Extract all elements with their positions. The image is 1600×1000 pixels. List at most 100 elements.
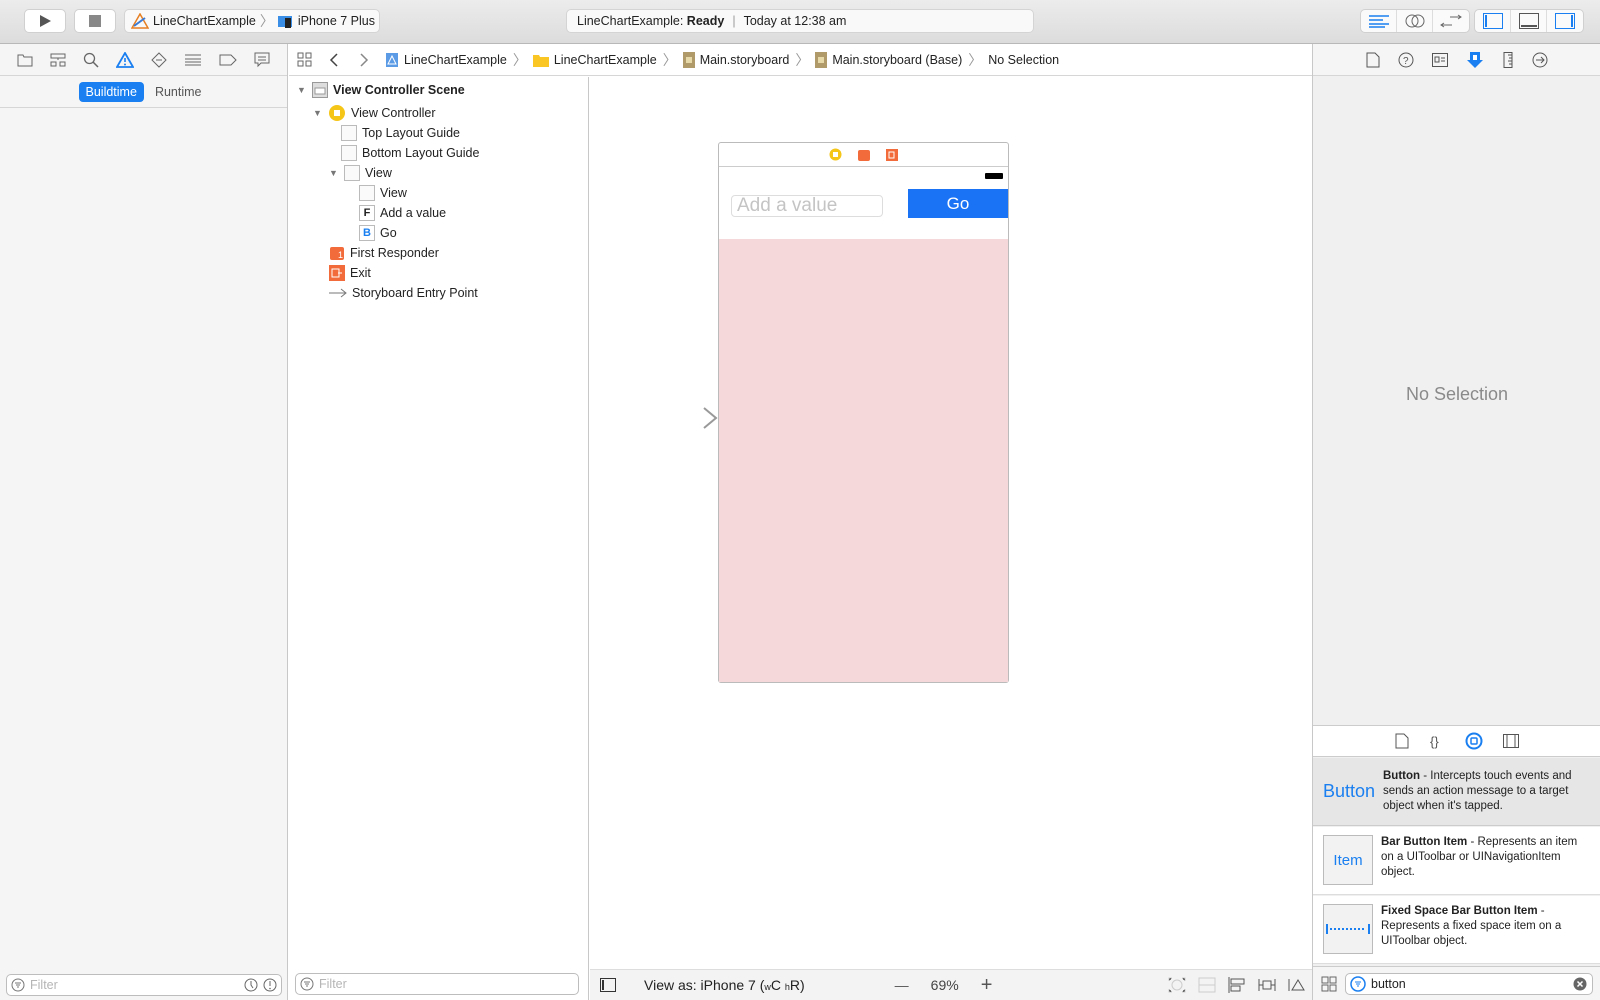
scheme-project: LineChartExample xyxy=(153,14,256,28)
library-filter-bar: button xyxy=(1313,966,1600,1000)
canvas-bottom-bar: View as: iPhone 7 (wC hR) — 69% + xyxy=(590,969,1312,1000)
disclosure-triangle-icon[interactable]: ▼ xyxy=(313,108,323,118)
debug-area-toggle[interactable] xyxy=(1511,10,1547,32)
scheme-selector[interactable]: LineChartExample 〉 iPhone 7 Plus xyxy=(124,9,380,33)
add-constraints-icon[interactable] xyxy=(1258,977,1276,993)
crumb-storyboard-base[interactable]: Main.storyboard (Base) xyxy=(815,51,963,68)
chevron-right-icon: 〉 xyxy=(512,51,527,68)
disclosure-triangle-icon[interactable]: ▼ xyxy=(329,168,339,178)
entry-point-arrow[interactable] xyxy=(640,406,720,430)
library-item-bar-button[interactable]: Item Bar Button Item - Represents an ite… xyxy=(1313,827,1600,895)
inspector-tabs: ? xyxy=(1313,44,1600,76)
zoom-in-button[interactable]: + xyxy=(981,974,993,997)
zoom-out-button[interactable]: — xyxy=(895,977,909,993)
stop-button[interactable] xyxy=(74,9,116,33)
debug-icon[interactable] xyxy=(184,53,202,67)
exit-icon[interactable] xyxy=(886,148,898,161)
library-item-button[interactable]: Button Button - Intercepts touch events … xyxy=(1313,758,1600,826)
forward-icon[interactable] xyxy=(355,52,371,68)
outline-item-scene[interactable]: ▼ View Controller Scene xyxy=(297,80,465,100)
outline-label: First Responder xyxy=(350,246,439,260)
run-button[interactable] xyxy=(24,9,66,33)
first-responder-icon[interactable] xyxy=(858,149,870,161)
crumb-storyboard[interactable]: Main.storyboard xyxy=(682,51,789,68)
outline-item-textfield[interactable]: F Add a value xyxy=(359,203,446,223)
chart-view[interactable] xyxy=(719,239,1008,682)
chevron-right-icon: 〉 xyxy=(259,13,274,29)
code-snippet-icon[interactable]: {} xyxy=(1429,733,1445,749)
view-as-button[interactable]: View as: iPhone 7 (wC hR) xyxy=(644,977,805,993)
tab-buildtime[interactable]: Buildtime xyxy=(78,81,144,102)
navigator-filter-field[interactable]: Filter xyxy=(6,974,282,996)
resolve-issues-icon[interactable] xyxy=(1288,977,1306,993)
assistant-editor-button[interactable] xyxy=(1397,10,1433,32)
search-icon[interactable] xyxy=(83,52,99,68)
library-item-fixed-space[interactable]: Fixed Space Bar Button Item - Represents… xyxy=(1313,896,1600,964)
library-search-field[interactable]: button xyxy=(1345,972,1593,995)
outline-item-view-controller[interactable]: ▼ View Controller xyxy=(313,103,436,123)
file-inspector-icon[interactable] xyxy=(1366,52,1380,68)
update-frames-icon[interactable] xyxy=(1168,977,1186,993)
embed-in-stack-icon[interactable] xyxy=(1198,977,1216,993)
outline-item-bottom-layout-guide[interactable]: Bottom Layout Guide xyxy=(341,143,479,163)
crumb-group[interactable]: LineChartExample xyxy=(532,53,657,67)
storyboard-file-icon xyxy=(682,51,695,68)
issues-only-icon[interactable] xyxy=(263,978,277,992)
library-thumb xyxy=(1323,904,1373,954)
align-icon[interactable] xyxy=(1228,977,1246,993)
outline-label: View xyxy=(365,166,392,180)
tab-runtime[interactable]: Runtime xyxy=(148,82,209,102)
media-library-icon[interactable] xyxy=(1503,734,1519,748)
outline-item-subview[interactable]: View xyxy=(359,183,407,203)
view-as-label: View as: iPhone 7 ( xyxy=(644,977,765,993)
scheme-device: iPhone 7 Plus xyxy=(297,14,375,28)
quick-help-icon[interactable]: ? xyxy=(1398,52,1414,68)
outline-item-first-responder[interactable]: 1 First Responder xyxy=(329,243,439,263)
outline-item-entry-point[interactable]: Storyboard Entry Point xyxy=(329,283,478,303)
outline-label: View Controller xyxy=(351,106,436,120)
outline-item-top-layout-guide[interactable]: Top Layout Guide xyxy=(341,123,460,143)
related-items-icon[interactable] xyxy=(297,52,313,68)
warning-icon[interactable] xyxy=(115,51,134,68)
test-icon[interactable] xyxy=(151,51,167,68)
report-icon[interactable] xyxy=(254,52,270,68)
file-template-icon[interactable] xyxy=(1395,733,1409,749)
hierarchy-icon[interactable] xyxy=(50,53,66,67)
value-textfield[interactable]: Add a value xyxy=(731,195,883,217)
attributes-icon[interactable] xyxy=(1466,51,1484,69)
outline-item-exit[interactable]: Exit xyxy=(329,263,371,283)
version-editor-button[interactable] xyxy=(1433,10,1469,32)
xcode-app-icon xyxy=(131,13,149,29)
back-icon[interactable] xyxy=(327,52,343,68)
connections-icon[interactable] xyxy=(1532,52,1548,68)
utilities-toggle[interactable] xyxy=(1547,10,1583,32)
go-button[interactable]: Go xyxy=(908,189,1008,218)
crumb-label: Main.storyboard (Base) xyxy=(832,52,963,67)
object-library-icon[interactable] xyxy=(1465,732,1483,750)
outline-filter-field[interactable]: Filter xyxy=(295,973,579,995)
size-icon[interactable] xyxy=(1502,51,1514,68)
iphone-device-icon xyxy=(277,16,292,28)
crumb-project[interactable]: LineChartExample xyxy=(385,52,507,68)
folder-icon[interactable] xyxy=(17,53,33,67)
breakpoint-icon[interactable] xyxy=(219,54,238,66)
grid-view-icon[interactable] xyxy=(1321,976,1337,992)
utilities-toggle-icon xyxy=(1555,13,1575,29)
identity-icon[interactable] xyxy=(1431,52,1448,67)
clear-search-icon[interactable] xyxy=(1573,977,1587,991)
panel-toggle-segment xyxy=(1474,9,1584,33)
recent-clock-icon[interactable] xyxy=(244,978,258,992)
outline-toggle-icon[interactable] xyxy=(600,978,616,992)
outline-item-button[interactable]: B Go xyxy=(359,223,397,243)
library-tabs: {} xyxy=(1313,725,1600,757)
standard-editor-button[interactable] xyxy=(1361,10,1397,32)
filter-icon xyxy=(1350,975,1366,992)
view-controller-icon[interactable] xyxy=(829,148,842,161)
view-controller-scene[interactable]: Add a value Go xyxy=(718,142,1009,683)
navigator-toggle[interactable] xyxy=(1475,10,1511,32)
disclosure-triangle-icon[interactable]: ▼ xyxy=(297,85,307,95)
outline-item-view[interactable]: ▼ View xyxy=(329,163,392,183)
crumb-selection[interactable]: No Selection xyxy=(988,53,1059,67)
outline-label: Storyboard Entry Point xyxy=(352,286,478,300)
storyboard-canvas[interactable]: Add a value Go xyxy=(590,77,1312,969)
